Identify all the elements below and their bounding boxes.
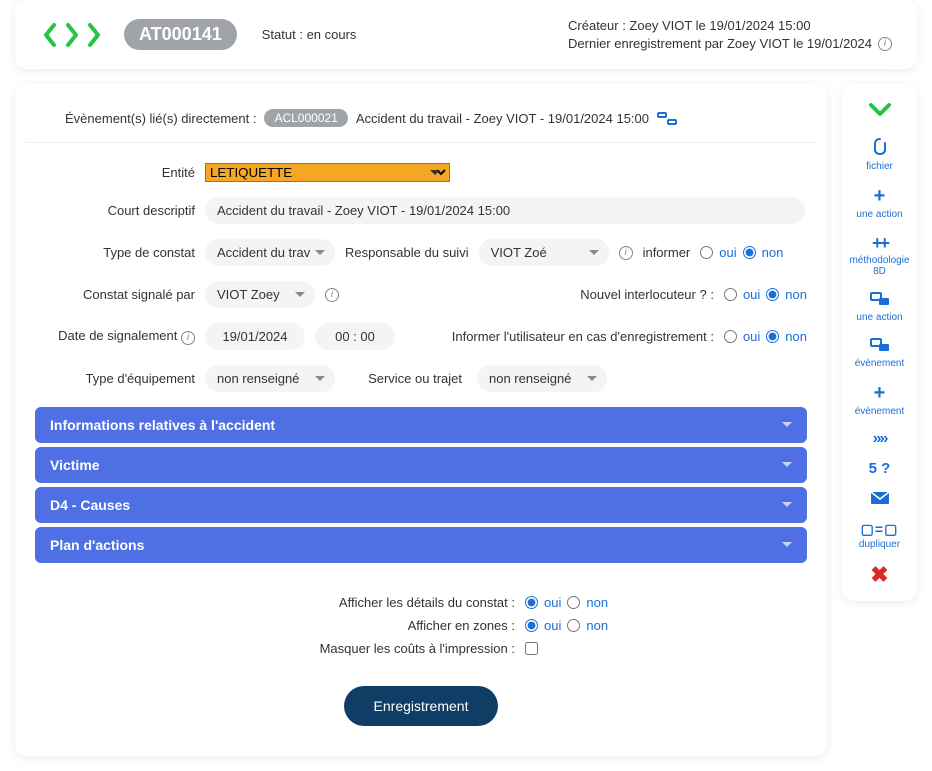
accordion-accident-info[interactable]: Informations relatives à l'accident: [35, 407, 807, 443]
responsable-select[interactable]: VIOT Zoé: [479, 239, 609, 266]
shortdesc-input[interactable]: [205, 197, 805, 224]
sidebar-link-event[interactable]: évènement: [847, 337, 912, 369]
service-select[interactable]: non renseigné: [477, 365, 607, 392]
sidebar-add-action[interactable]: + une action: [847, 186, 912, 220]
row-equipment: Type d'équipement non renseigné Service …: [35, 365, 807, 392]
close-icon: ✖: [870, 564, 888, 586]
label-constat-type: Type de constat: [35, 245, 195, 260]
sidebar-duplicate[interactable]: ▢=▢ dupliquer: [847, 522, 912, 550]
sidebar-mail[interactable]: [847, 490, 912, 508]
sidebar-close[interactable]: ✖: [847, 564, 912, 586]
card-link-icon-2: [870, 337, 890, 355]
display-details-oui[interactable]: [525, 596, 538, 609]
linked-label: Évènement(s) lié(s) directement :: [65, 111, 256, 126]
plus-plus-icon: ++: [872, 234, 887, 252]
chevron-right-2-icon[interactable]: [84, 21, 104, 49]
accordion-plan-actions[interactable]: Plan d'actions: [35, 527, 807, 563]
entity-select[interactable]: LETIQUETTE: [205, 163, 450, 182]
fast-forward-icon: »»: [873, 431, 887, 447]
envelope-icon: [870, 490, 890, 508]
label-shortdesc: Court descriptif: [35, 203, 195, 218]
signale-select[interactable]: VIOT Zoey: [205, 281, 315, 308]
display-zones-oui[interactable]: [525, 619, 538, 632]
duplicate-icon: ▢=▢: [861, 522, 899, 536]
linked-desc: Accident du travail - Zoey VIOT - 19/01/…: [356, 111, 649, 126]
label-hide-costs: Masquer les coûts à l'impression :: [35, 641, 515, 656]
label-responsable: Responsable du suivi: [345, 245, 469, 260]
record-id-badge: AT000141: [124, 19, 237, 50]
chevron-right-icon[interactable]: [62, 21, 82, 49]
label-display-details: Afficher les détails du constat :: [35, 595, 515, 610]
label-display-zones: Afficher en zones :: [35, 618, 515, 633]
nav-chevrons: [40, 21, 104, 49]
linked-events-row: Évènement(s) lié(s) directement : ACL000…: [25, 104, 817, 143]
chevron-left-icon[interactable]: [40, 21, 60, 49]
check-down-icon: [868, 99, 892, 123]
save-button[interactable]: Enregistrement: [344, 686, 499, 726]
row-entity: Entité LETIQUETTE: [35, 163, 807, 182]
time-input[interactable]: [315, 323, 395, 350]
info-icon-signale[interactable]: i: [325, 288, 339, 302]
newcontact-non-radio[interactable]: [766, 288, 779, 301]
info-icon-date[interactable]: i: [181, 331, 195, 345]
card-link-icon: [870, 291, 890, 309]
row-constat-type: Type de constat Accident du travail Resp…: [35, 239, 807, 266]
label-equipment: Type d'équipement: [35, 371, 195, 386]
informer-non-radio[interactable]: [743, 246, 756, 259]
row-shortdesc: Court descriptif: [35, 197, 807, 224]
sidebar-five-why[interactable]: 5 ?: [847, 461, 912, 476]
label-inform-save: Informer l'utilisateur en cas d'enregist…: [452, 329, 714, 344]
label-service: Service ou trajet: [368, 371, 462, 386]
plus-icon: +: [874, 186, 886, 206]
info-icon[interactable]: i: [878, 37, 892, 51]
accordion-victime[interactable]: Victime: [35, 447, 807, 483]
status-text: Statut : en cours: [262, 27, 357, 42]
display-details-non[interactable]: [567, 596, 580, 609]
accordion-causes[interactable]: D4 - Causes: [35, 487, 807, 523]
creator-line: Créateur : Zoey VIOT le 19/01/2024 15:00: [568, 18, 892, 33]
sidebar-add-event[interactable]: + évènement: [847, 383, 912, 417]
display-options: Afficher les détails du constat : oui no…: [35, 567, 807, 656]
equipment-select[interactable]: non renseigné: [205, 365, 335, 392]
form-card: Évènement(s) lié(s) directement : ACL000…: [15, 84, 827, 756]
header-meta: Créateur : Zoey VIOT le 19/01/2024 15:00…: [568, 15, 892, 54]
paperclip-icon: [872, 137, 888, 158]
sidebar-8d[interactable]: ++ méthodologie 8D: [847, 234, 912, 277]
sidebar-forward[interactable]: »»: [847, 431, 912, 447]
label-signale: Constat signalé par: [35, 287, 195, 302]
newcontact-oui-radio[interactable]: [724, 288, 737, 301]
label-entity: Entité: [35, 165, 195, 180]
plus-icon-2: +: [874, 383, 886, 403]
informsave-non-radio[interactable]: [766, 330, 779, 343]
header-card: AT000141 Statut : en cours Créateur : Zo…: [15, 0, 917, 69]
row-signale: Constat signalé par VIOT Zoey i Nouvel i…: [35, 281, 807, 308]
five-question-icon: 5 ?: [869, 461, 891, 476]
informsave-oui-radio[interactable]: [724, 330, 737, 343]
action-sidebar: fichier + une action ++ méthodologie 8D …: [842, 84, 917, 601]
hide-costs-checkbox[interactable]: [525, 642, 538, 655]
info-icon-resp[interactable]: i: [619, 246, 633, 260]
lastsave-line: Dernier enregistrement par Zoey VIOT le …: [568, 36, 872, 51]
informer-oui-radio[interactable]: [700, 246, 713, 259]
row-date: Date de signalement i Informer l'utilisa…: [35, 323, 807, 350]
label-informer: informer: [643, 245, 691, 260]
sidebar-validate[interactable]: [847, 99, 912, 123]
constat-type-select[interactable]: Accident du travail: [205, 239, 335, 266]
label-new-contact: Nouvel interlocuteur ? :: [580, 287, 714, 302]
sidebar-fichier[interactable]: fichier: [847, 137, 912, 172]
link-icon[interactable]: [657, 112, 677, 125]
linked-badge[interactable]: ACL000021: [264, 109, 347, 127]
display-zones-non[interactable]: [567, 619, 580, 632]
label-date: Date de signalement i: [35, 328, 195, 345]
date-input[interactable]: [205, 323, 305, 350]
sidebar-link-action[interactable]: une action: [847, 291, 912, 323]
